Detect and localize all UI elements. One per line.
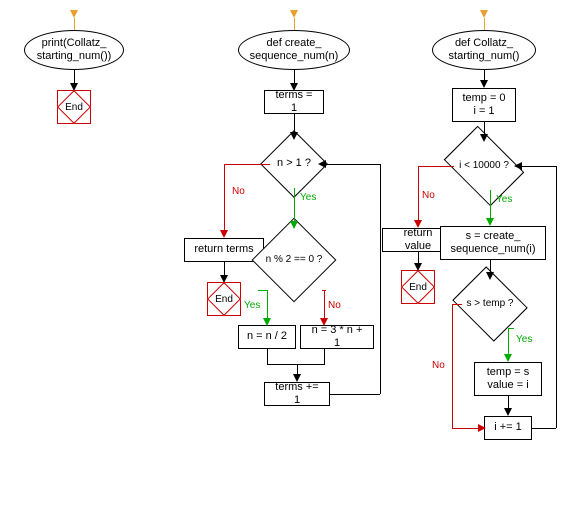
arrow [293,374,301,382]
arrow [486,272,494,280]
end-node-1: End [57,90,91,124]
i-inc-label: i += 1 [494,421,522,434]
connector [267,290,268,320]
connector [556,166,557,428]
yes-label: Yes [516,334,532,345]
arrow [504,408,512,416]
cond-n-gt-1: n > 1 ? [270,140,318,188]
connector [74,18,75,30]
arrow [318,160,326,168]
connector [224,164,225,232]
connector [258,290,268,291]
flowchart-container: print(Collatz_ starting_num()) End def c… [0,0,568,505]
cond-label: i < 10000 ? [459,160,509,172]
connector [508,328,514,329]
connector [324,349,325,364]
cond-label: s > temp ? [467,298,514,310]
connector [294,188,295,223]
end-label: End [409,282,427,293]
arrow [290,83,298,91]
connector [518,166,556,167]
end-node-3: End [401,270,435,304]
cond-n-mod-2: n % 2 == 0 ? [264,230,324,290]
cond-label: n > 1 ? [277,157,311,170]
connector [267,349,268,364]
arrow [414,220,422,228]
arrow [220,230,228,238]
no-label: No [422,190,435,201]
terms-inc-node: terms += 1 [264,382,330,406]
n-div-2-node: n = n / 2 [238,325,296,349]
arrow [290,221,298,229]
n-div-2-label: n = n / 2 [247,330,287,343]
return-terms-label: return terms [194,243,253,256]
entry-arrow-1 [70,10,78,18]
connector [418,166,419,222]
return-value-label: return value [390,227,446,253]
arrow [480,134,488,142]
funcdef-label: def Collatz_ starting_num() [449,37,520,63]
arrow [504,354,512,362]
n-3n-1-node: n = 3 * n + 1 [300,325,374,349]
yes-label: Yes [496,194,512,205]
connector [322,164,380,165]
assign-label: temp = s value = i [487,366,530,392]
connector [452,304,462,305]
cond-s-gt-temp: s > temp ? [462,280,518,328]
arrow [478,424,486,432]
end-node-2: End [207,282,241,316]
connector [322,290,326,291]
yes-label: Yes [300,192,316,203]
arrow [486,218,494,226]
arrow [290,132,298,140]
connector [452,304,453,428]
terms-inc-label: terms += 1 [272,381,322,407]
arrow [70,83,78,91]
connector [484,18,485,30]
funcdef-node-3: def Collatz_ starting_num() [432,30,536,70]
arrow [414,263,422,271]
start-node-1: print(Collatz_ starting_num()) [24,30,124,70]
n-3n-1-label: n = 3 * n + 1 [308,324,366,350]
arrow [263,318,271,326]
connector [380,164,381,394]
connector [267,364,297,365]
connector [452,428,480,429]
arrow [514,162,522,170]
connector [324,290,325,320]
connector [418,166,454,167]
funcdef-node-2: def create_ sequence_num(n) [238,30,350,70]
no-label: No [432,360,445,371]
connector [490,190,491,220]
no-label: No [328,300,341,311]
terms-init-node: terms = 1 [264,90,324,114]
connector [532,428,556,429]
connector [508,328,509,356]
connector [330,394,380,395]
i-inc-node: i += 1 [484,416,532,440]
end-label: End [65,102,83,113]
entry-arrow-3 [480,10,488,18]
cond-label: n % 2 == 0 ? [266,254,323,266]
arrow [320,318,328,326]
end-label: End [215,294,233,305]
temp-init-label: temp = 0 i = 1 [462,92,505,118]
arrow [480,80,488,88]
funcdef-label: def create_ sequence_num(n) [250,37,339,63]
temp-init-node: temp = 0 i = 1 [452,88,516,122]
yes-label: Yes [244,300,260,311]
terms-init-label: terms = 1 [272,89,316,115]
connector [297,364,325,365]
connector [294,18,295,30]
call-seq-node: s = create_ sequence_num(i) [440,226,546,260]
connector [294,114,295,134]
cond-i-lt-10000: i < 10000 ? [454,142,514,190]
start-label: print(Collatz_ starting_num()) [37,37,112,63]
connector [224,164,270,165]
no-label: No [232,186,245,197]
entry-arrow-2 [290,10,298,18]
arrow [220,275,228,283]
call-seq-label: s = create_ sequence_num(i) [451,230,536,256]
assign-temp-value-node: temp = s value = i [474,362,542,396]
